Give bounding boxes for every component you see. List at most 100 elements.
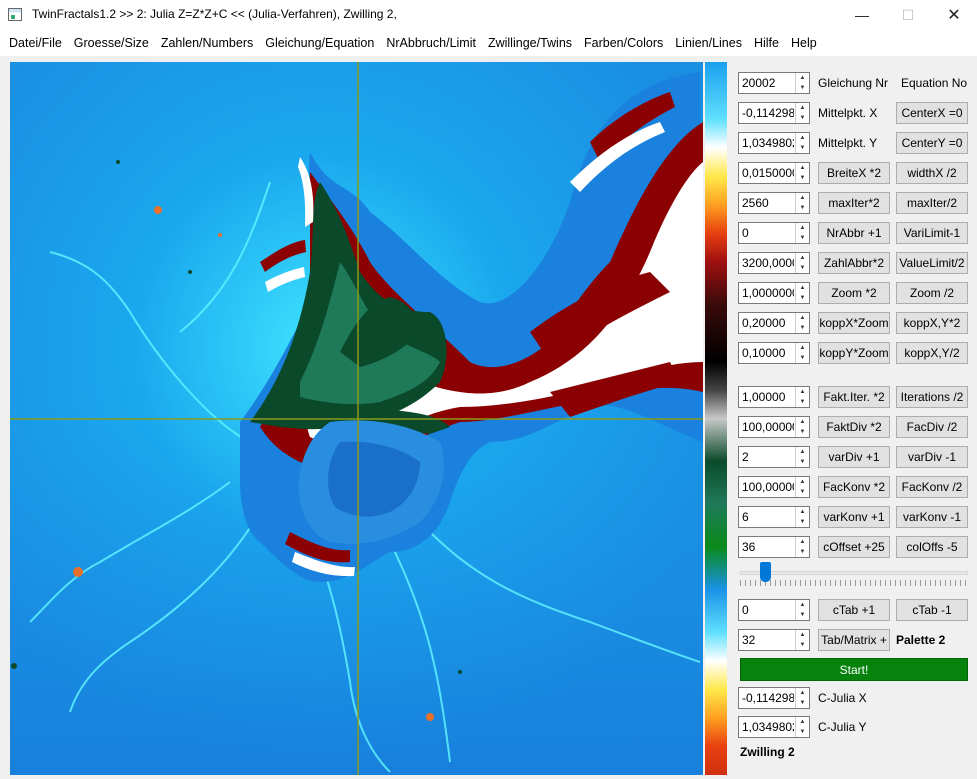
button-4-left[interactable]: BreiteX *2 — [818, 162, 890, 184]
spin-up-icon[interactable]: ▲ — [796, 73, 809, 83]
spin-arrows[interactable]: ▲ ▼ — [795, 223, 809, 243]
value-field-4[interactable]: 0,0150000 ▲ ▼ — [738, 162, 810, 184]
factor-button-2-right[interactable]: FacDiv /2 — [896, 416, 968, 438]
spin-up-icon[interactable]: ▲ — [796, 193, 809, 203]
spin-down-icon[interactable]: ▼ — [796, 610, 809, 620]
spin-arrows[interactable]: ▲ ▼ — [795, 313, 809, 333]
spin-up-icon[interactable]: ▲ — [796, 688, 809, 698]
spin-down-icon[interactable]: ▼ — [796, 263, 809, 273]
menu-datei-file[interactable]: Datei/File — [3, 30, 68, 56]
spin-down-icon[interactable]: ▼ — [796, 233, 809, 243]
value-field-1[interactable]: 20002 ▲ ▼ — [738, 72, 810, 94]
julia-field-2[interactable]: 1,0349802(▲▼ — [738, 716, 810, 738]
spin-down-icon[interactable]: ▼ — [796, 173, 809, 183]
menu-help[interactable]: Help — [785, 30, 823, 56]
button-8-right[interactable]: Zoom /2 — [896, 282, 968, 304]
spin-arrows[interactable]: ▲ ▼ — [795, 477, 809, 497]
factor-button-6-left[interactable]: cOffset +25 — [818, 536, 890, 558]
factor-field-1[interactable]: 1,00000 ▲ ▼ — [738, 386, 810, 408]
spin-up-icon[interactable]: ▲ — [796, 253, 809, 263]
tab-button-1-right[interactable]: cTab -1 — [896, 599, 968, 621]
factor-button-4-left[interactable]: FacKonv *2 — [818, 476, 890, 498]
spin-arrows[interactable]: ▲ ▼ — [795, 507, 809, 527]
factor-button-3-right[interactable]: varDiv -1 — [896, 446, 968, 468]
button-2-right[interactable]: CenterX =0 — [896, 102, 968, 124]
value-field-9[interactable]: 0,20000 ▲ ▼ — [738, 312, 810, 334]
factor-button-5-left[interactable]: varKonv +1 — [818, 506, 890, 528]
value-field-2[interactable]: -0,1142987▲▼ — [738, 102, 810, 124]
button-7-right[interactable]: ValueLimit/2 — [896, 252, 968, 274]
spin-arrows[interactable]: ▲ ▼ — [795, 73, 809, 93]
value-field-6[interactable]: 0 ▲ ▼ — [738, 222, 810, 244]
spin-up-icon[interactable]: ▲ — [796, 223, 809, 233]
spin-up-icon[interactable]: ▲ — [796, 343, 809, 353]
spin-down-icon[interactable]: ▼ — [796, 203, 809, 213]
spin-down-icon[interactable]: ▼ — [796, 517, 809, 527]
button-9-left[interactable]: koppX*Zoom — [818, 312, 890, 334]
tab-button-1-left[interactable]: cTab +1 — [818, 599, 890, 621]
menu-zahlen-numbers[interactable]: Zahlen/Numbers — [155, 30, 259, 56]
spin-down-icon[interactable]: ▼ — [796, 397, 809, 407]
close-button[interactable]: ✕ — [931, 0, 977, 30]
menu-zwillinge-twins[interactable]: Zwillinge/Twins — [482, 30, 578, 56]
button-10-right[interactable]: koppX,Y/2 — [896, 342, 968, 364]
spin-down-icon[interactable]: ▼ — [796, 427, 809, 437]
menu-gleichung-equation[interactable]: Gleichung/Equation — [259, 30, 380, 56]
spin-arrows[interactable]: ▲ ▼ — [795, 537, 809, 557]
spin-arrows[interactable]: ▲ ▼ — [795, 717, 809, 737]
spin-up-icon[interactable]: ▲ — [796, 417, 809, 427]
tab-field-1[interactable]: 0 ▲ ▼ — [738, 599, 810, 621]
spin-arrows[interactable]: ▲ ▼ — [795, 193, 809, 213]
value-field-8[interactable]: 1,0000000 ▲ ▼ — [738, 282, 810, 304]
spin-down-icon[interactable]: ▼ — [796, 113, 809, 123]
spin-arrows[interactable]: ▲ ▼ — [795, 283, 809, 303]
menu-linien-lines[interactable]: Linien/Lines — [669, 30, 748, 56]
button-7-left[interactable]: ZahlAbbr*2 — [818, 252, 890, 274]
factor-button-1-right[interactable]: Iterations /2 — [896, 386, 968, 408]
spin-arrows[interactable]: ▲ ▼ — [795, 253, 809, 273]
factor-button-6-right[interactable]: colOffs -5 — [896, 536, 968, 558]
spin-up-icon[interactable]: ▲ — [796, 507, 809, 517]
factor-field-2[interactable]: 100,00000 ▲ ▼ — [738, 416, 810, 438]
spin-up-icon[interactable]: ▲ — [796, 163, 809, 173]
spin-arrows[interactable]: ▲ ▼ — [795, 133, 809, 153]
spin-up-icon[interactable]: ▲ — [796, 447, 809, 457]
menu-groesse-size[interactable]: Groesse/Size — [68, 30, 155, 56]
spin-arrows[interactable]: ▲ ▼ — [795, 387, 809, 407]
spin-up-icon[interactable]: ▲ — [796, 600, 809, 610]
spin-down-icon[interactable]: ▼ — [796, 727, 809, 737]
value-field-10[interactable]: 0,10000 ▲ ▼ — [738, 342, 810, 364]
spin-up-icon[interactable]: ▲ — [796, 387, 809, 397]
spin-arrows[interactable]: ▲ ▼ — [795, 417, 809, 437]
spin-up-icon[interactable]: ▲ — [796, 133, 809, 143]
tab-field-2[interactable]: 32 ▲ ▼ — [738, 629, 810, 651]
spin-up-icon[interactable]: ▲ — [796, 477, 809, 487]
menu-hilfe[interactable]: Hilfe — [748, 30, 785, 56]
spin-arrows[interactable]: ▲ ▼ — [795, 343, 809, 363]
spin-arrows[interactable]: ▲ ▼ — [795, 163, 809, 183]
spin-arrows[interactable]: ▲ ▼ — [795, 600, 809, 620]
spin-up-icon[interactable]: ▲ — [796, 103, 809, 113]
start-button[interactable]: Start! — [740, 658, 968, 681]
spin-down-icon[interactable]: ▼ — [796, 640, 809, 650]
spin-up-icon[interactable]: ▲ — [796, 537, 809, 547]
spin-arrows[interactable]: ▲ ▼ — [795, 630, 809, 650]
factor-button-4-right[interactable]: FacKonv /2 — [896, 476, 968, 498]
spin-down-icon[interactable]: ▼ — [796, 323, 809, 333]
button-4-right[interactable]: widthX /2 — [896, 162, 968, 184]
spin-down-icon[interactable]: ▼ — [796, 487, 809, 497]
spin-up-icon[interactable]: ▲ — [796, 313, 809, 323]
factor-button-2-left[interactable]: FaktDiv *2 — [818, 416, 890, 438]
spin-arrows[interactable]: ▲ ▼ — [795, 103, 809, 123]
spin-down-icon[interactable]: ▼ — [796, 698, 809, 708]
factor-field-3[interactable]: 2 ▲ ▼ — [738, 446, 810, 468]
menu-nrabbruch-limit[interactable]: NrAbbruch/Limit — [380, 30, 482, 56]
spin-up-icon[interactable]: ▲ — [796, 630, 809, 640]
fractal-canvas[interactable] — [10, 62, 703, 775]
button-6-right[interactable]: VariLimit-1 — [896, 222, 968, 244]
julia-field-1[interactable]: -0,1142987▲▼ — [738, 687, 810, 709]
value-field-3[interactable]: 1,0349802(▲▼ — [738, 132, 810, 154]
factor-button-3-left[interactable]: varDiv +1 — [818, 446, 890, 468]
factor-field-4[interactable]: 100,00000 ▲ ▼ — [738, 476, 810, 498]
spin-up-icon[interactable]: ▲ — [796, 717, 809, 727]
